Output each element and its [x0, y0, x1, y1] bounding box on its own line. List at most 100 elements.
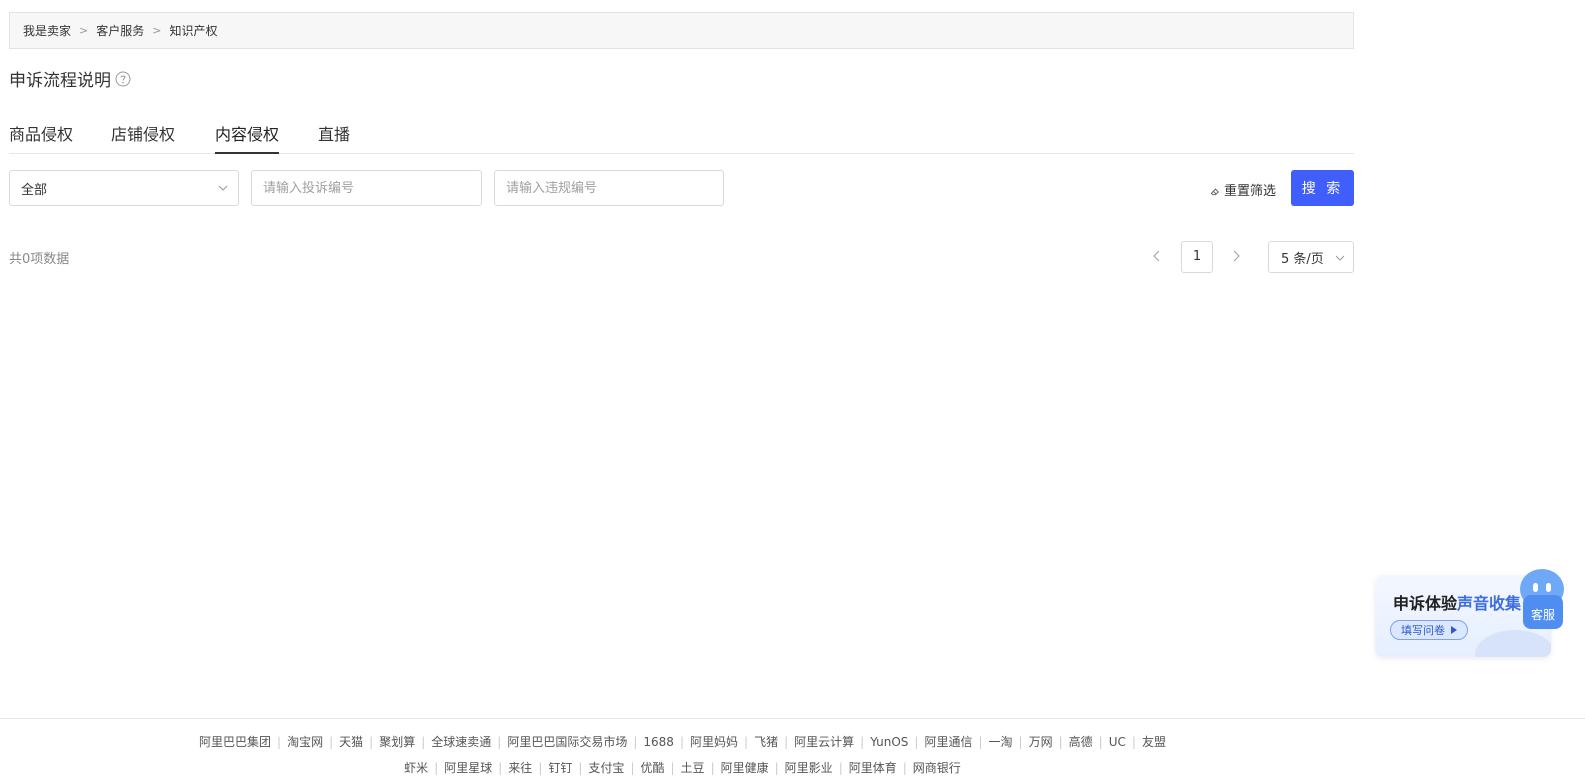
- help-circle-icon[interactable]: [115, 71, 131, 87]
- footer-separator: |: [1058, 735, 1063, 749]
- footer-link[interactable]: 一淘: [989, 735, 1013, 749]
- reset-filter-button[interactable]: 重置筛选: [1210, 180, 1276, 199]
- footer-separator: |: [914, 735, 919, 749]
- breadcrumb-item-seller[interactable]: 我是卖家: [23, 22, 71, 39]
- footer-link[interactable]: 优酷: [640, 761, 664, 775]
- tab-content-infringement[interactable]: 内容侵权: [215, 121, 280, 154]
- footer-link[interactable]: 高德: [1069, 735, 1093, 749]
- footer-link[interactable]: 阿里体育: [849, 761, 897, 775]
- footer: 阿里巴巴集团 | 淘宝网 | 天猫 | 聚划算 | 全球速卖通 | 阿里巴巴国际交易市场 | 1688 |…: [0, 718, 1585, 781]
- footer-separator: |: [744, 735, 749, 749]
- breadcrumb: 我是卖家 > 客户服务 > 知识产权: [9, 12, 1354, 49]
- mascot-eye-icon: [1533, 583, 1538, 592]
- footer-link[interactable]: 阿里影业: [785, 761, 833, 775]
- page-size-value: 5 条/页: [1281, 251, 1324, 267]
- footer-link[interactable]: 土豆: [681, 761, 705, 775]
- footer-link[interactable]: 阿里巴巴集团: [199, 735, 271, 749]
- violation-number-input[interactable]: [506, 171, 723, 205]
- footer-link[interactable]: 来往: [508, 761, 532, 775]
- fill-survey-label: 填写问卷: [1401, 624, 1445, 637]
- footer-link[interactable]: 全球速卖通: [431, 735, 491, 749]
- footer-link[interactable]: 网商银行: [913, 761, 961, 775]
- footer-separator: |: [710, 761, 715, 775]
- survey-title-highlight: 声音收集: [1457, 594, 1522, 613]
- play-arrow-icon: [1451, 626, 1457, 634]
- mascot-eye-icon: [1546, 583, 1551, 592]
- footer-separator: |: [434, 761, 439, 775]
- fill-survey-button[interactable]: 填写问卷: [1390, 620, 1468, 640]
- footer-separator: |: [633, 735, 638, 749]
- breadcrumb-item-customer-service[interactable]: 客户服务: [96, 22, 144, 39]
- footer-separator: |: [277, 735, 282, 749]
- tab-live[interactable]: 直播: [318, 121, 350, 154]
- footer-separator: |: [329, 735, 334, 749]
- customer-service-label: 客服: [1523, 595, 1563, 629]
- footer-separator: |: [1018, 735, 1023, 749]
- footer-link[interactable]: 阿里妈妈: [690, 735, 738, 749]
- result-count: 共0项数据: [9, 252, 70, 267]
- footer-separator: |: [838, 761, 843, 775]
- breadcrumb-separator: >: [79, 24, 89, 37]
- footer-separator: |: [784, 735, 789, 749]
- footer-links-row-2: 虾米 | 阿里星球 | 来往 | 钉钉 | 支付宝 | 优酷 | 土豆 | 阿里健康 | 阿里影业 | 阿里体育 | 网…: [0, 759, 1365, 776]
- footer-link[interactable]: 支付宝: [588, 761, 624, 775]
- breadcrumb-item-ip: 知识产权: [169, 24, 218, 38]
- footer-link[interactable]: 阿里健康: [721, 761, 769, 775]
- tab-product-infringement[interactable]: 商品侵权: [9, 121, 73, 154]
- footer-link[interactable]: 飞猪: [754, 735, 778, 749]
- search-button[interactable]: 搜 索: [1291, 170, 1354, 206]
- page-number-current[interactable]: 1: [1181, 241, 1213, 273]
- reset-filter-label: 重置筛选: [1224, 184, 1277, 199]
- footer-link[interactable]: 天猫: [339, 735, 363, 749]
- chevron-down-icon: [1335, 255, 1345, 261]
- footer-link[interactable]: 钉钉: [548, 761, 572, 775]
- survey-title: 申诉体验声音收集: [1393, 590, 1521, 614]
- footer-separator: |: [860, 735, 865, 749]
- complaint-number-field: [251, 170, 482, 206]
- footer-link[interactable]: YunOS: [870, 735, 908, 749]
- footer-separator: |: [679, 735, 684, 749]
- footer-link[interactable]: 万网: [1029, 735, 1053, 749]
- eraser-icon: [1210, 188, 1219, 195]
- footer-separator: |: [902, 761, 907, 775]
- tab-store-infringement[interactable]: 店铺侵权: [111, 121, 175, 154]
- footer-link[interactable]: UC: [1109, 735, 1126, 749]
- footer-separator: |: [1098, 735, 1103, 749]
- footer-link[interactable]: 阿里通信: [924, 735, 972, 749]
- footer-separator: |: [578, 761, 583, 775]
- footer-separator: |: [498, 761, 503, 775]
- footer-link[interactable]: 阿里星球: [444, 761, 492, 775]
- footer-link[interactable]: 淘宝网: [287, 735, 323, 749]
- footer-link[interactable]: 阿里云计算: [794, 735, 854, 749]
- footer-separator: |: [774, 761, 779, 775]
- page-title-row: 申诉流程说明: [9, 66, 131, 91]
- violation-number-field: [494, 170, 724, 206]
- footer-link[interactable]: 聚划算: [379, 735, 415, 749]
- chevron-right-icon[interactable]: [1229, 249, 1243, 263]
- footer-separator: |: [538, 761, 543, 775]
- customer-service-widget[interactable]: 客服: [1518, 569, 1566, 631]
- footer-separator: |: [670, 761, 675, 775]
- complaint-number-input[interactable]: [263, 171, 481, 205]
- footer-link[interactable]: 虾米: [404, 761, 428, 775]
- chevron-down-icon: [218, 185, 228, 191]
- footer-separator: |: [978, 735, 983, 749]
- footer-separator: |: [369, 735, 374, 749]
- footer-separator: |: [497, 735, 502, 749]
- chevron-left-icon[interactable]: [1150, 249, 1164, 263]
- page-size-select[interactable]: 5 条/页: [1268, 241, 1354, 273]
- type-select-value: 全部: [21, 182, 48, 198]
- footer-separator: |: [1131, 735, 1136, 749]
- footer-separator: |: [630, 761, 635, 775]
- type-select[interactable]: 全部: [9, 170, 239, 206]
- survey-title-plain: 申诉体验: [1393, 594, 1458, 613]
- tab-bar: 商品侵权 店铺侵权 内容侵权 直播: [9, 112, 1354, 154]
- survey-decoration: [1475, 630, 1551, 657]
- footer-links-row-1: 阿里巴巴集团 | 淘宝网 | 天猫 | 聚划算 | 全球速卖通 | 阿里巴巴国际交易市场 | 1688 |…: [0, 733, 1365, 750]
- footer-link[interactable]: 1688: [643, 735, 674, 749]
- footer-link[interactable]: 友盟: [1142, 735, 1166, 749]
- footer-link[interactable]: 阿里巴巴国际交易市场: [507, 735, 627, 749]
- breadcrumb-separator: >: [152, 24, 162, 37]
- footer-separator: |: [421, 735, 426, 749]
- page-title: 申诉流程说明: [9, 71, 111, 91]
